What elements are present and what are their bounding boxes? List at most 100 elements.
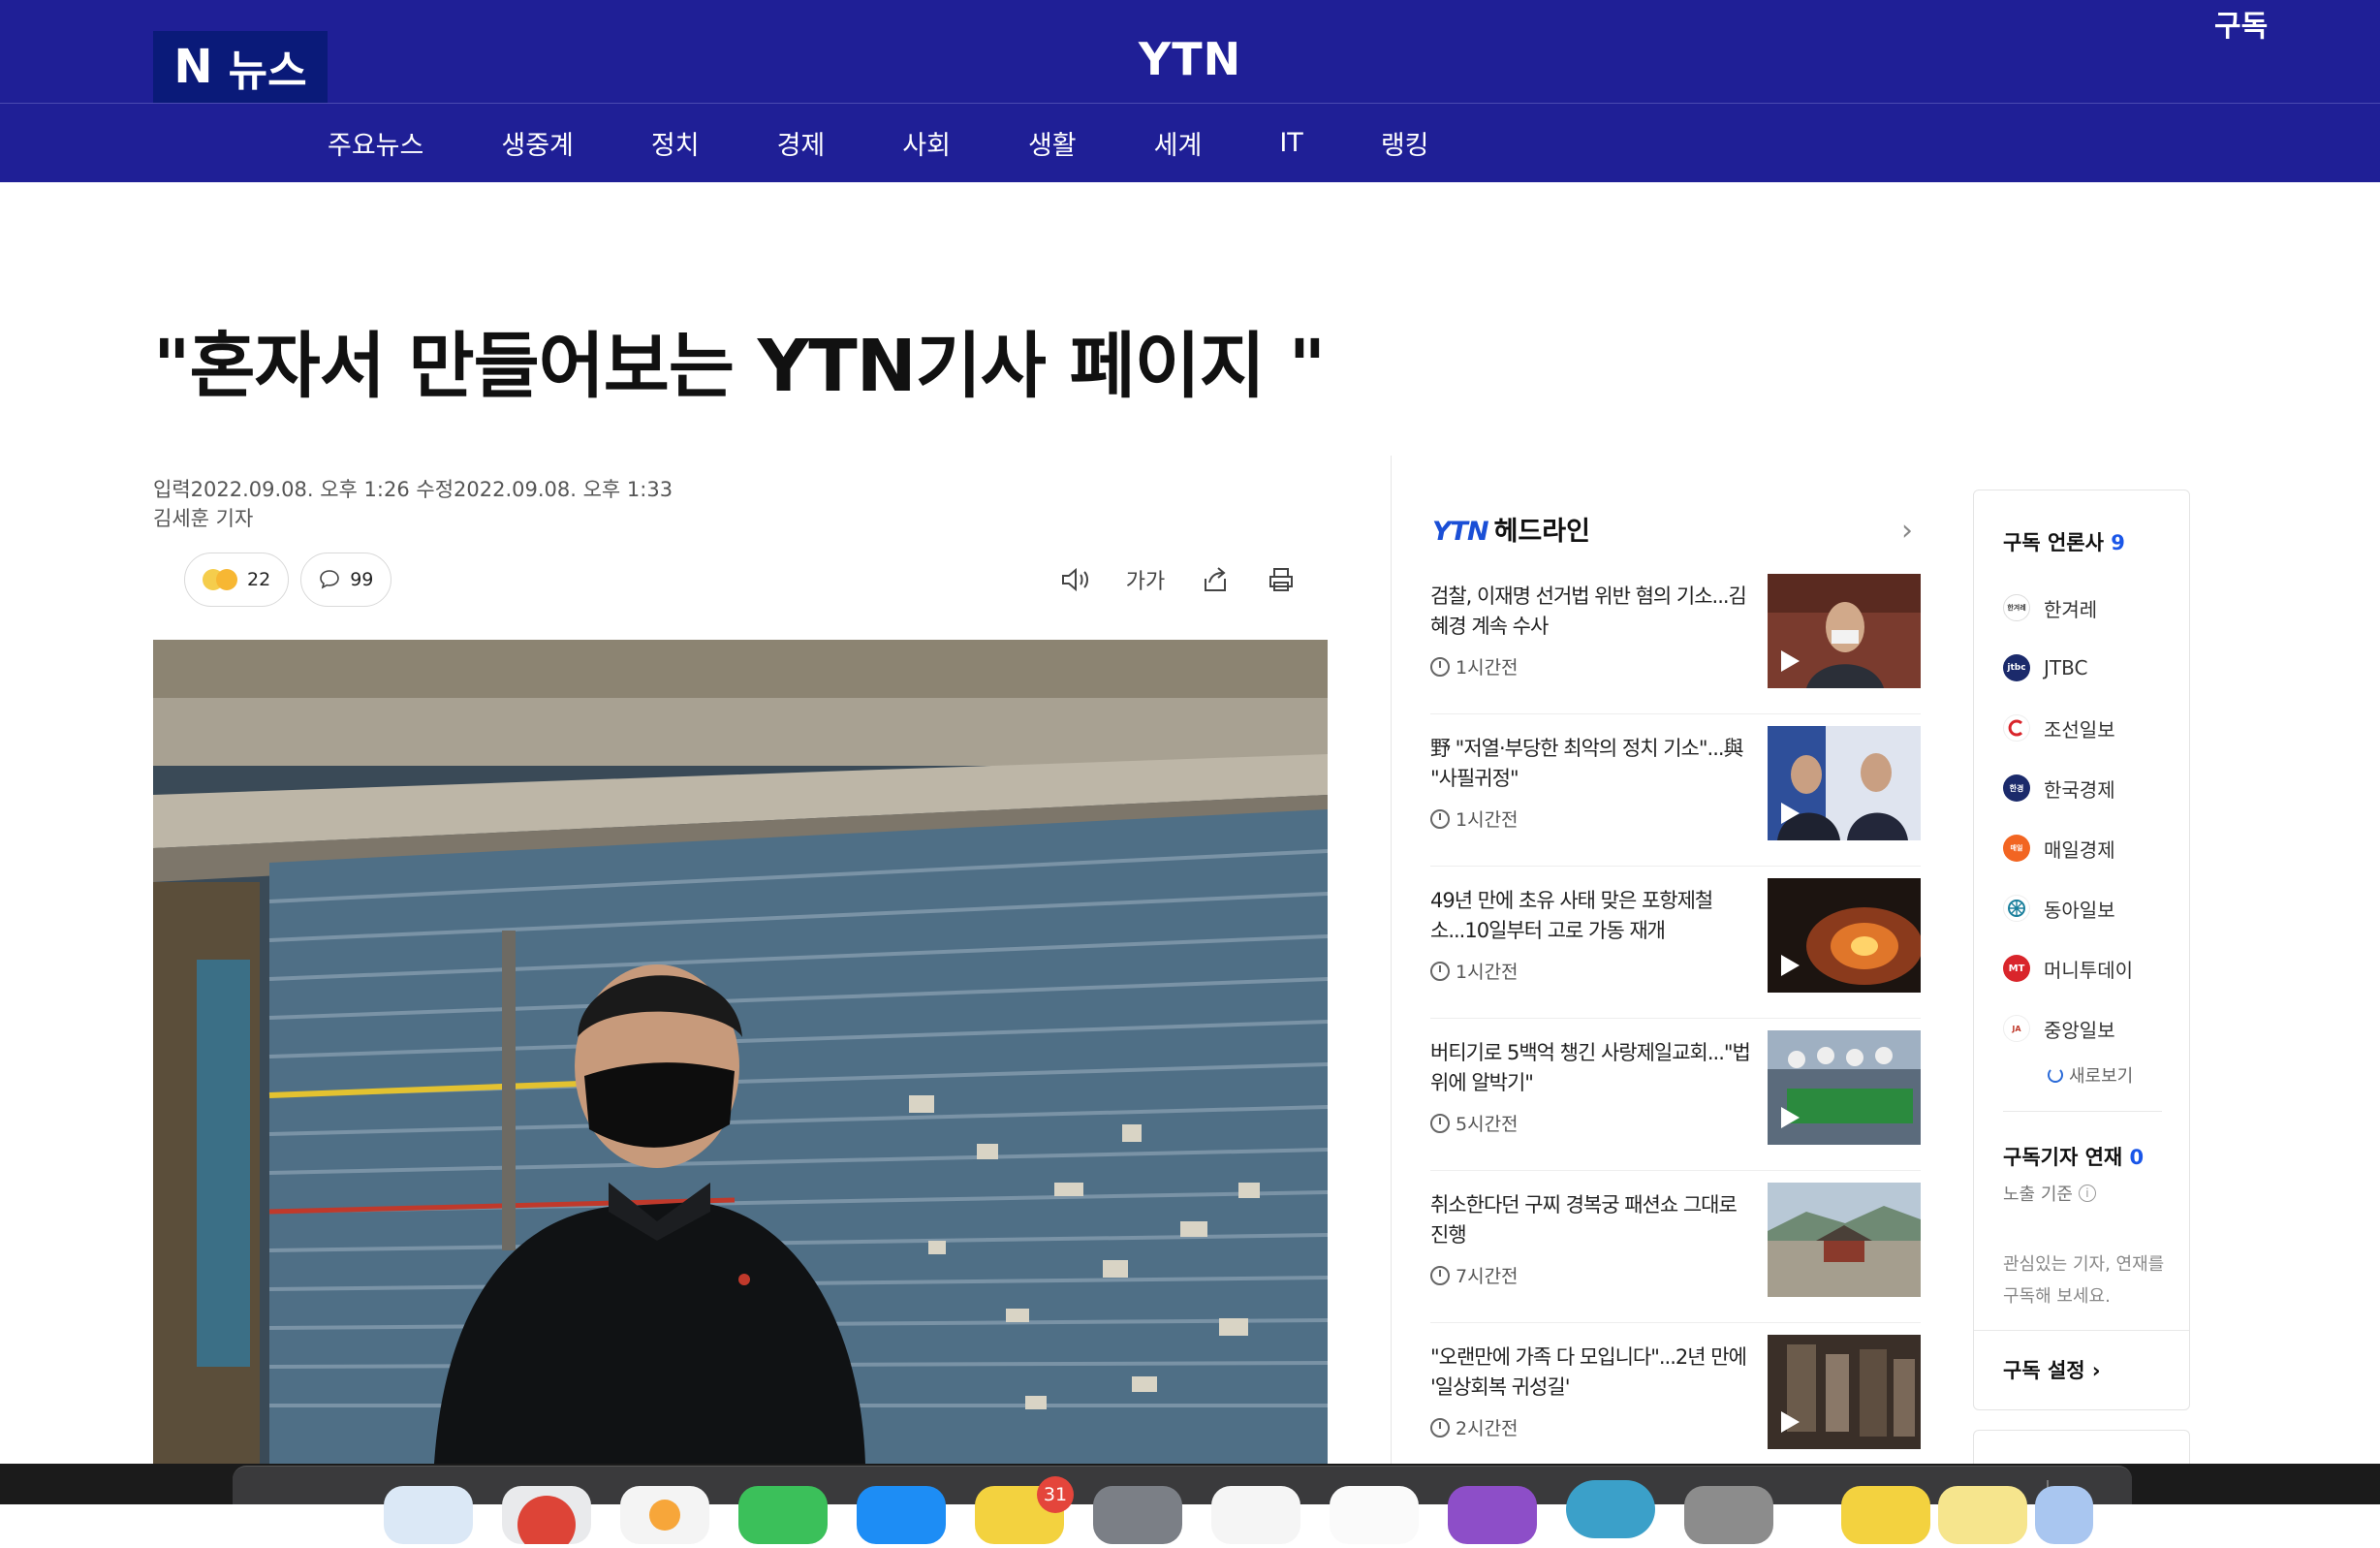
- chosun-logo-icon: [2003, 714, 2030, 742]
- podcasts-icon[interactable]: [1448, 1486, 1537, 1544]
- headline-thumbnail[interactable]: [1768, 1183, 1921, 1297]
- nav-item-main[interactable]: 주요뉴스: [328, 124, 423, 162]
- headline-thumbnail[interactable]: [1768, 1335, 1921, 1449]
- print-button[interactable]: [1264, 562, 1299, 597]
- keynote-icon[interactable]: [1330, 1486, 1419, 1544]
- article-photo-image: [153, 640, 1328, 1464]
- headline-item-time: 1시간전: [1430, 958, 1519, 984]
- tts-button[interactable]: [1058, 562, 1093, 597]
- headline-brand: YTN: [1432, 517, 1489, 547]
- nav-item-live[interactable]: 생중계: [501, 124, 574, 162]
- press-item[interactable]: 매일 매일경제: [2003, 818, 2133, 878]
- nav-item-ranking[interactable]: 랭킹: [1381, 124, 1429, 162]
- press-name: 머니투데이: [2044, 958, 2133, 982]
- finder-icon[interactable]: [384, 1486, 473, 1544]
- clock-icon: [1430, 1265, 1450, 1285]
- font-size-label: 가가: [1125, 570, 1166, 594]
- press-brand[interactable]: YTN: [0, 33, 2380, 85]
- mail-icon[interactable]: [1211, 1486, 1300, 1544]
- nav-item-it[interactable]: IT: [1279, 128, 1302, 158]
- donga-logo-icon: [2003, 895, 2030, 922]
- subscribe-hint: 관심있는 기자, 연재를 구독해 보세요.: [2003, 1254, 2165, 1307]
- headline-thumbnail[interactable]: [1768, 878, 1921, 993]
- share-button[interactable]: [1198, 562, 1233, 597]
- headline-item[interactable]: 취소한다던 구찌 경복궁 패션쇼 그대로 진행 7시간전: [1430, 1171, 1921, 1323]
- notes-icon[interactable]: [1841, 1486, 1930, 1544]
- headline-thumbnail[interactable]: [1768, 726, 1921, 840]
- time-text: 5시간전: [1456, 1114, 1519, 1135]
- headline-item-time: 5시간전: [1430, 1110, 1519, 1136]
- section-nav: 주요뉴스 생중계 정치 경제 사회 생활 세계 IT 랭킹: [0, 104, 2380, 182]
- subscribed-press-heading[interactable]: 구독 언론사 9: [2003, 527, 2125, 556]
- press-item[interactable]: 조선일보: [2003, 698, 2133, 758]
- panel-divider: [1974, 1330, 2189, 1331]
- headline-item[interactable]: 버티기로 5백억 챙긴 사랑제일교회..."법 위에 알박기" 5시간전: [1430, 1019, 1921, 1171]
- subscribe-settings-button[interactable]: 구독 설정 ›: [2003, 1355, 2101, 1384]
- subscribed-reporter-label: 구독기자 연재: [2003, 1146, 2123, 1169]
- subscribe-button[interactable]: 구독: [2214, 2, 2268, 45]
- folder-icon[interactable]: [2035, 1486, 2093, 1544]
- hankyung-logo-icon: 한경: [2003, 774, 2030, 802]
- settings-icon[interactable]: [1093, 1486, 1182, 1544]
- column-divider: [1391, 456, 1392, 1464]
- launchpad-icon[interactable]: [1684, 1486, 1773, 1544]
- headline-item-title: "오랜만에 가족 다 모입니다"...2년 만에 '일상회복 귀성길': [1430, 1345, 1747, 1399]
- press-name: JTBC: [2044, 656, 2088, 679]
- hankyoreh-logo-icon: 한겨레: [2003, 594, 2030, 621]
- comment-count: 99: [350, 569, 374, 590]
- press-item[interactable]: JA 중앙일보: [2003, 998, 2133, 1058]
- safari-icon[interactable]: [1566, 1480, 1655, 1538]
- article-meta: 입력2022.09.08. 오후 1:26 수정2022.09.08. 오후 1…: [153, 475, 673, 533]
- thumbnail-image: [1768, 1183, 1921, 1297]
- nav-item-economy[interactable]: 경제: [777, 124, 826, 162]
- stickies-icon[interactable]: [1938, 1486, 2027, 1544]
- reporter-name[interactable]: 김세훈 기자: [153, 504, 673, 533]
- info-icon: i: [2078, 1185, 2096, 1202]
- headline-label: 헤드라인: [1493, 517, 1590, 547]
- print-icon: [1269, 568, 1293, 591]
- refresh-button[interactable]: 새로보기: [2048, 1062, 2133, 1088]
- comment-button[interactable]: 99: [300, 553, 392, 607]
- play-icon: [1781, 650, 1800, 672]
- subscribed-press-count: 9: [2111, 531, 2125, 554]
- press-item[interactable]: 한겨레 한겨레: [2003, 578, 2133, 638]
- reaction-button[interactable]: 22: [184, 553, 290, 607]
- play-icon: [1781, 803, 1800, 824]
- press-name: 한국경제: [2044, 777, 2115, 802]
- facetime-icon[interactable]: [738, 1486, 828, 1544]
- press-item[interactable]: 한경 한국경제: [2003, 758, 2133, 818]
- nav-item-world[interactable]: 세계: [1154, 124, 1203, 162]
- headline-item-title: 취소한다던 구찌 경복궁 패션쇼 그대로 진행: [1430, 1193, 1738, 1247]
- article-tools: 가가: [1058, 562, 1299, 597]
- clock-icon: [1430, 656, 1450, 677]
- nav-item-society[interactable]: 사회: [902, 124, 951, 162]
- exposure-criteria[interactable]: 노출 기준 i: [2003, 1181, 2096, 1206]
- calendar-icon[interactable]: 31: [975, 1476, 1074, 1544]
- chrome-icon[interactable]: [502, 1486, 591, 1548]
- headline-more-button[interactable]: ›: [1901, 514, 1913, 548]
- nav-item-politics[interactable]: 정치: [651, 124, 700, 162]
- headline-item[interactable]: 49년 만에 초유 사태 맞은 포항제철소...10일부터 고로 가동 재개 1…: [1430, 867, 1921, 1019]
- press-item[interactable]: jtbc JTBC: [2003, 638, 2133, 698]
- press-item[interactable]: 동아일보: [2003, 878, 2133, 938]
- headline-item-time: 2시간전: [1430, 1414, 1519, 1440]
- font-size-button[interactable]: 가가: [1124, 562, 1167, 597]
- headline-item[interactable]: 검찰, 이재명 선거법 위반 혐의 기소...김혜경 계속 수사 1시간전: [1430, 562, 1921, 714]
- press-item[interactable]: MT 머니투데이: [2003, 938, 2133, 998]
- headline-thumbnail[interactable]: [1768, 574, 1921, 688]
- headline-section-title[interactable]: YTN 헤드라인: [1432, 510, 1590, 548]
- subscribed-reporter-heading[interactable]: 구독기자 연재 0: [2003, 1142, 2144, 1171]
- appstore-icon[interactable]: [857, 1486, 946, 1544]
- headline-item[interactable]: "오랜만에 가족 다 모입니다"...2년 만에 '일상회복 귀성길' 2시간전: [1430, 1323, 1921, 1475]
- subscribe-panel: 구독 언론사 9 한겨레 한겨레 jtbc JTBC 조선일보 한경 한국경제 …: [1973, 490, 2190, 1410]
- press-name: 한겨레: [2044, 597, 2098, 621]
- headline-thumbnail[interactable]: [1768, 1030, 1921, 1145]
- refresh-icon: [2048, 1067, 2063, 1083]
- headline-item[interactable]: 野 "저열·부당한 최악의 정치 기소"...與 "사필귀정" 1시간전: [1430, 714, 1921, 867]
- headline-item-time: 1시간전: [1430, 806, 1519, 832]
- photos-icon[interactable]: [620, 1486, 709, 1544]
- nav-item-life[interactable]: 생활: [1028, 124, 1077, 162]
- speaker-icon: [1062, 567, 1088, 592]
- maeil-logo-icon: 매일: [2003, 835, 2030, 862]
- headline-list: 검찰, 이재명 선거법 위반 혐의 기소...김혜경 계속 수사 1시간전 野 …: [1430, 562, 1921, 1475]
